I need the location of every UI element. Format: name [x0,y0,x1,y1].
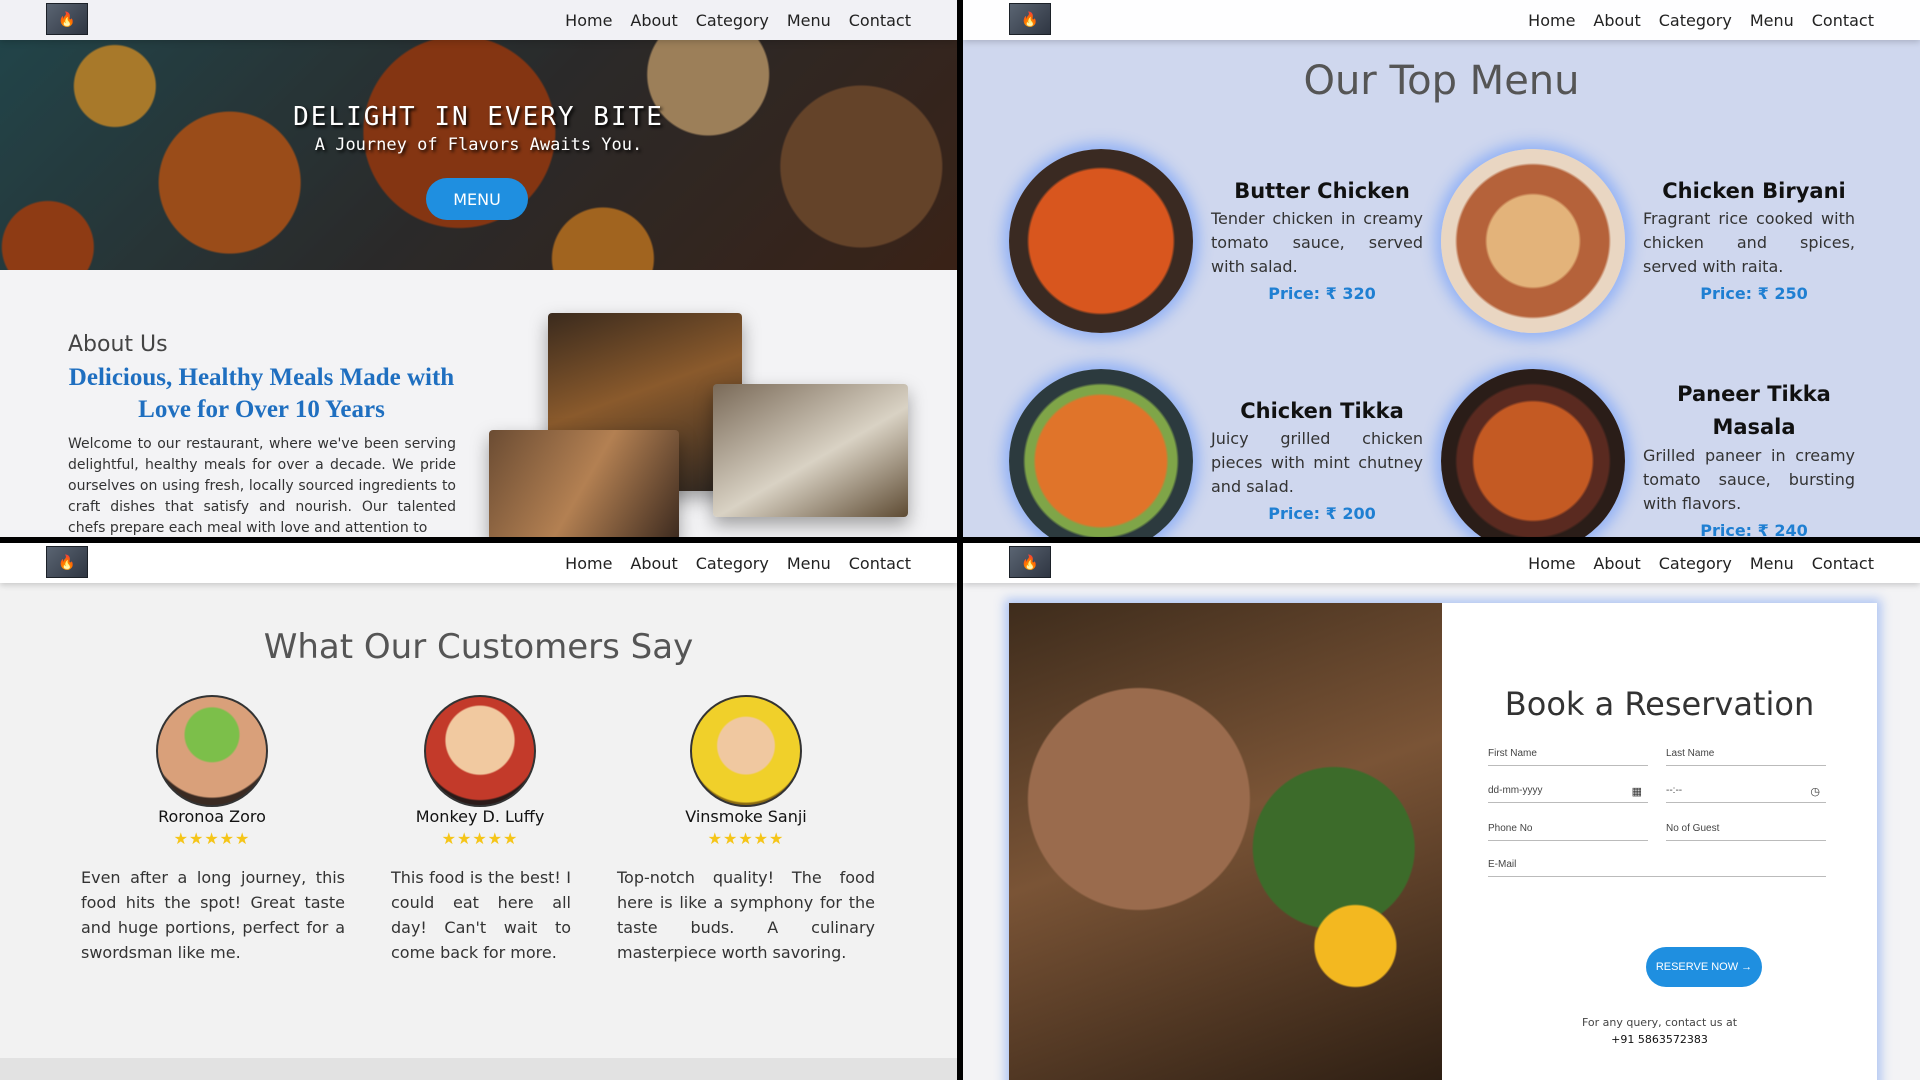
customer-name: Roronoa Zoro [158,807,266,826]
navbar: 🔥 Home About Category Menu Contact [0,543,957,583]
nav-menu-link[interactable]: Menu [787,11,831,30]
testimonials-title: What Our Customers Say [263,627,694,667]
nav-contact-link[interactable]: Contact [1812,554,1874,573]
dish-desc: Grilled paneer in creamy tomato sauce, b… [1643,446,1855,513]
nav-home-link[interactable]: Home [565,11,612,30]
paneer-tikka-image [1441,369,1625,537]
nav-home-link[interactable]: Home [565,554,612,573]
dish-name: Chicken Biryani [1662,179,1846,203]
zoro-avatar [156,695,268,807]
dish-desc: Fragrant rice cooked with chicken and sp… [1643,209,1855,276]
nav-links: Home About Category Menu Contact [565,543,911,583]
hero-menu-button[interactable]: MENU [426,178,528,220]
clock-icon[interactable]: ◷ [1810,785,1820,798]
date-placeholder: dd-mm-yyyy [1488,785,1543,796]
nav-category-link[interactable]: Category [1659,554,1732,573]
contact-phone: +91 5863572383 [1611,1033,1708,1046]
quadrant-menu: 🔥 Home About Category Menu Contact Our T… [963,0,1920,537]
dish-price: Price: ₹ 240 [1700,521,1808,537]
about-title: Delicious, Healthy Meals Made with Love … [68,364,455,423]
footer-strip [0,1058,957,1080]
dish-desc: Juicy grilled chicken pieces with mint c… [1211,429,1423,496]
about-body: Welcome to our restaurant, where we've b… [68,436,456,536]
nav-contact-link[interactable]: Contact [849,554,911,573]
customer-name: Vinsmoke Sanji [685,807,807,826]
nav-contact-link[interactable]: Contact [849,11,911,30]
customer-quote: Even after a long journey, this food hit… [81,868,345,962]
navbar: 🔥 Home About Category Menu Contact [0,0,957,40]
sanji-avatar [690,695,802,807]
reserve-now-button[interactable]: RESERVE NOW → [1646,947,1762,987]
chicken-biryani-image [1441,149,1625,333]
dish-name: Butter Chicken [1234,179,1410,203]
nav-category-link[interactable]: Category [696,554,769,573]
butter-chicken-image [1009,149,1193,333]
reservation-card: Book a Reservation First Name Last Name … [1009,603,1877,1080]
nav-about-link[interactable]: About [1593,554,1640,573]
nav-links: Home About Category Menu Contact [565,0,911,40]
time-placeholder: --:-- [1666,785,1683,796]
diners-photo [489,430,679,537]
navbar: 🔥 Home About Category Menu Contact [963,0,1920,40]
rating-stars: ★★★★★ [173,831,251,848]
logo[interactable]: 🔥 [1009,546,1051,578]
calendar-icon[interactable]: ▦ [1632,785,1642,798]
customer-quote: Top-notch quality! The food here is like… [617,868,875,962]
nav-about-link[interactable]: About [630,11,677,30]
served-dish-photo [713,384,908,517]
time-field[interactable]: --:-- ◷ [1666,785,1826,803]
first-name-field[interactable]: First Name [1488,748,1648,766]
last-name-field[interactable]: Last Name [1666,748,1826,766]
quadrant-testimonials: 🔥 Home About Category Menu Contact What … [0,543,957,1080]
hero-title: DELIGHT IN EVERY BITE [293,102,664,132]
logo[interactable]: 🔥 [46,3,88,35]
nav-menu-link[interactable]: Menu [1750,11,1794,30]
nav-category-link[interactable]: Category [1659,11,1732,30]
phone-field[interactable]: Phone No [1488,823,1648,841]
rating-stars: ★★★★★ [441,831,519,848]
contact-label: For any query, contact us at [1581,1016,1738,1029]
dish-price: Price: ₹ 200 [1268,504,1376,523]
hero-subtitle: A Journey of Flavors Awaits You. [314,135,643,155]
nav-links: Home About Category Menu Contact [1528,0,1874,40]
nav-menu-link[interactable]: Menu [1750,554,1794,573]
reservation-title: Book a Reservation [1504,685,1815,723]
dish-name: Paneer Tikka Masala [1677,382,1831,439]
chicken-tikka-image [1009,369,1193,537]
nav-category-link[interactable]: Category [696,11,769,30]
nav-about-link[interactable]: About [630,554,677,573]
dish-price: Price: ₹ 320 [1268,284,1376,303]
menu-title: Our Top Menu [1303,58,1580,104]
nav-home-link[interactable]: Home [1528,554,1575,573]
dish-price: Price: ₹ 250 [1700,284,1808,303]
quadrant-reservation: 🔥 Home About Category Menu Contact Book … [963,543,1920,1080]
logo[interactable]: 🔥 [1009,3,1051,35]
rating-stars: ★★★★★ [707,831,785,848]
nav-links: Home About Category Menu Contact [1528,543,1874,583]
navbar: 🔥 Home About Category Menu Contact [963,543,1920,583]
dish-name: Chicken Tikka [1240,399,1404,423]
hero-banner: DELIGHT IN EVERY BITE A Journey of Flavo… [0,40,957,270]
customer-quote: This food is the best! I could eat here … [391,868,571,962]
quadrant-hero-about: 🔥 Home About Category Menu Contact DELIG… [0,0,957,537]
nav-about-link[interactable]: About [1593,11,1640,30]
email-field[interactable]: E-Mail [1488,859,1826,877]
about-heading: About Us [68,332,168,357]
guests-field[interactable]: No of Guest [1666,823,1826,841]
nav-home-link[interactable]: Home [1528,11,1575,30]
logo[interactable]: 🔥 [46,546,88,578]
nav-menu-link[interactable]: Menu [787,554,831,573]
date-field[interactable]: dd-mm-yyyy ▦ [1488,785,1648,803]
dining-woman-photo [1009,603,1442,1080]
nav-contact-link[interactable]: Contact [1812,11,1874,30]
luffy-avatar [424,695,536,807]
customer-name: Monkey D. Luffy [415,807,545,826]
dish-desc: Tender chicken in creamy tomato sauce, s… [1211,209,1423,276]
